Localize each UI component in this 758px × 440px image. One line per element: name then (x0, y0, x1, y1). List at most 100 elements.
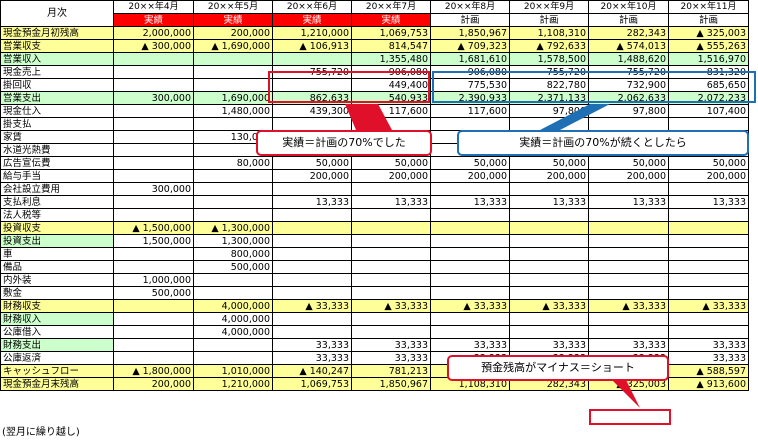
value-cell[interactable] (668, 247, 749, 261)
value-cell[interactable] (509, 234, 589, 248)
value-cell[interactable] (430, 117, 510, 131)
row-label[interactable]: キャッシュフロー (0, 364, 114, 378)
value-cell[interactable]: 13,333 (668, 195, 749, 209)
value-cell[interactable] (430, 234, 510, 248)
value-cell[interactable] (430, 286, 510, 300)
value-cell[interactable]: 500,000 (193, 260, 273, 274)
row-label[interactable]: 営業支出 (0, 91, 114, 105)
value-cell[interactable]: 117,600 (430, 104, 510, 118)
row-label[interactable]: 法人税等 (0, 208, 114, 222)
value-cell[interactable]: 200,000 (588, 169, 669, 183)
value-cell[interactable] (351, 273, 431, 287)
value-cell[interactable]: 1,069,753 (351, 26, 431, 40)
value-cell[interactable] (509, 182, 589, 196)
value-cell[interactable]: 814,547 (351, 39, 431, 53)
value-cell[interactable] (272, 208, 352, 222)
value-cell[interactable] (193, 182, 273, 196)
value-cell[interactable]: 33,333 (272, 351, 352, 365)
value-cell[interactable] (668, 286, 749, 300)
value-cell[interactable] (351, 286, 431, 300)
value-cell[interactable]: ▲ 140,247 (272, 364, 352, 378)
value-cell[interactable]: ▲ 33,333 (272, 299, 352, 313)
value-cell[interactable] (113, 325, 194, 339)
value-cell[interactable]: 50,000 (509, 156, 589, 170)
value-cell[interactable]: 500,000 (113, 286, 194, 300)
value-cell[interactable]: ▲ 1,500,000 (113, 221, 194, 235)
row-label[interactable]: 財務収入 (0, 312, 114, 326)
value-cell[interactable]: 300,000 (113, 91, 194, 105)
value-cell[interactable] (113, 156, 194, 170)
value-cell[interactable] (113, 260, 194, 274)
value-cell[interactable] (113, 143, 194, 157)
value-cell[interactable] (193, 273, 273, 287)
value-cell[interactable]: 1,516,970 (668, 52, 749, 66)
value-cell[interactable]: 282,343 (588, 26, 669, 40)
value-cell[interactable]: 800,000 (193, 247, 273, 261)
value-cell[interactable]: 1,850,967 (430, 26, 510, 40)
value-cell[interactable]: 33,333 (668, 351, 749, 365)
value-cell[interactable] (193, 338, 273, 352)
value-cell[interactable]: 117,600 (351, 104, 431, 118)
value-cell[interactable] (588, 286, 669, 300)
value-cell[interactable]: 33,333 (351, 338, 431, 352)
value-cell[interactable] (430, 312, 510, 326)
value-cell[interactable]: 1,355,480 (351, 52, 431, 66)
value-cell[interactable] (272, 312, 352, 326)
value-cell[interactable]: 50,000 (430, 156, 510, 170)
value-cell[interactable]: 1,069,753 (272, 377, 352, 391)
value-cell[interactable]: 300,000 (113, 182, 194, 196)
value-cell[interactable] (272, 325, 352, 339)
value-cell[interactable]: 97,800 (509, 104, 589, 118)
value-cell[interactable] (193, 78, 273, 92)
value-cell[interactable]: 439,300 (272, 104, 352, 118)
value-cell[interactable] (113, 52, 194, 66)
row-label[interactable]: 備品 (0, 260, 114, 274)
value-cell[interactable]: 200,000 (509, 169, 589, 183)
value-cell[interactable]: 13,333 (351, 195, 431, 209)
value-cell[interactable] (509, 247, 589, 261)
value-cell[interactable] (668, 312, 749, 326)
value-cell[interactable] (668, 221, 749, 235)
value-cell[interactable] (351, 260, 431, 274)
value-cell[interactable] (193, 169, 273, 183)
value-cell[interactable] (351, 247, 431, 261)
row-label[interactable]: 掛支払 (0, 117, 114, 131)
value-cell[interactable]: 1,488,620 (588, 52, 669, 66)
row-label[interactable]: 公庫返済 (0, 351, 114, 365)
value-cell[interactable] (193, 52, 273, 66)
value-cell[interactable] (351, 325, 431, 339)
value-cell[interactable] (588, 312, 669, 326)
row-label[interactable]: 現金預金月初残高 (0, 26, 114, 40)
value-cell[interactable] (668, 273, 749, 287)
value-cell[interactable]: 1,690,000 (193, 91, 273, 105)
value-cell[interactable]: ▲ 574,013 (588, 39, 669, 53)
value-cell[interactable]: 200,000 (430, 169, 510, 183)
row-label[interactable]: 投資支出 (0, 234, 114, 248)
value-cell[interactable] (193, 117, 273, 131)
row-label[interactable]: 現金仕入 (0, 104, 114, 118)
value-cell[interactable] (351, 182, 431, 196)
value-cell[interactable] (193, 286, 273, 300)
value-cell[interactable]: 4,000,000 (193, 312, 273, 326)
value-cell[interactable]: 13,333 (272, 195, 352, 209)
value-cell[interactable] (272, 234, 352, 248)
value-cell[interactable]: ▲ 33,333 (668, 299, 749, 313)
value-cell[interactable] (509, 221, 589, 235)
value-cell[interactable] (509, 286, 589, 300)
value-cell[interactable] (588, 208, 669, 222)
value-cell[interactable]: 1,108,310 (509, 26, 589, 40)
value-cell[interactable]: 1,850,967 (351, 377, 431, 391)
value-cell[interactable]: 1,300,000 (193, 234, 273, 248)
value-cell[interactable]: 80,000 (193, 156, 273, 170)
value-cell[interactable] (351, 221, 431, 235)
value-cell[interactable] (430, 325, 510, 339)
value-cell[interactable] (430, 182, 510, 196)
value-cell[interactable] (668, 117, 749, 131)
value-cell[interactable]: 200,000 (272, 169, 352, 183)
value-cell[interactable] (588, 325, 669, 339)
value-cell[interactable] (193, 351, 273, 365)
value-cell[interactable] (509, 260, 589, 274)
value-cell[interactable]: 1,480,000 (193, 104, 273, 118)
value-cell[interactable]: 200,000 (668, 169, 749, 183)
value-cell[interactable] (351, 208, 431, 222)
